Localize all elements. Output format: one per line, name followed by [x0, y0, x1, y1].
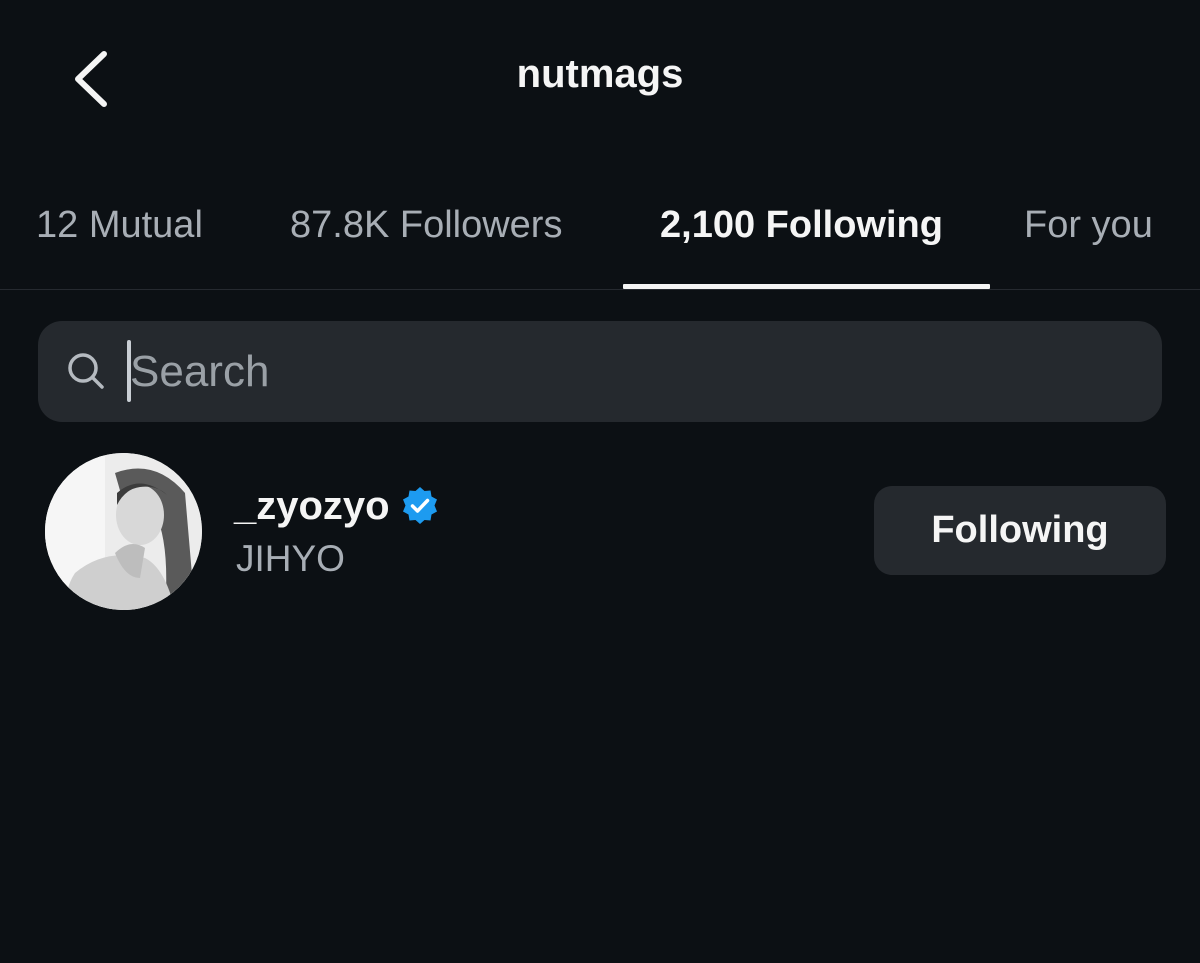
verified-badge-icon — [403, 487, 437, 524]
tab-bar: 12 Mutual 87.8K Followers 2,100 Followin… — [0, 190, 1200, 290]
tab-following[interactable]: 2,100 Following — [660, 204, 943, 247]
page-title: nutmags — [516, 52, 684, 96]
avatar[interactable] — [45, 453, 202, 610]
tab-for-you[interactable]: For you — [1024, 204, 1153, 247]
full-name: JIHYO — [236, 538, 345, 579]
profile-photo — [45, 453, 202, 610]
text-cursor — [127, 340, 131, 402]
tab-mutual[interactable]: 12 Mutual — [36, 204, 203, 247]
username[interactable]: _zyozyo — [234, 484, 390, 529]
tabs-divider — [0, 289, 1200, 290]
search-icon — [68, 353, 104, 389]
following-button[interactable]: Following — [874, 486, 1166, 575]
list-item[interactable]: _zyozyo JIHYO Following — [0, 440, 1200, 630]
search-input[interactable] — [130, 336, 1130, 408]
header: nutmags — [0, 0, 1200, 160]
following-screen: nutmags 12 Mutual 87.8K Followers 2,100 … — [0, 0, 1200, 963]
tab-followers[interactable]: 87.8K Followers — [290, 204, 562, 247]
